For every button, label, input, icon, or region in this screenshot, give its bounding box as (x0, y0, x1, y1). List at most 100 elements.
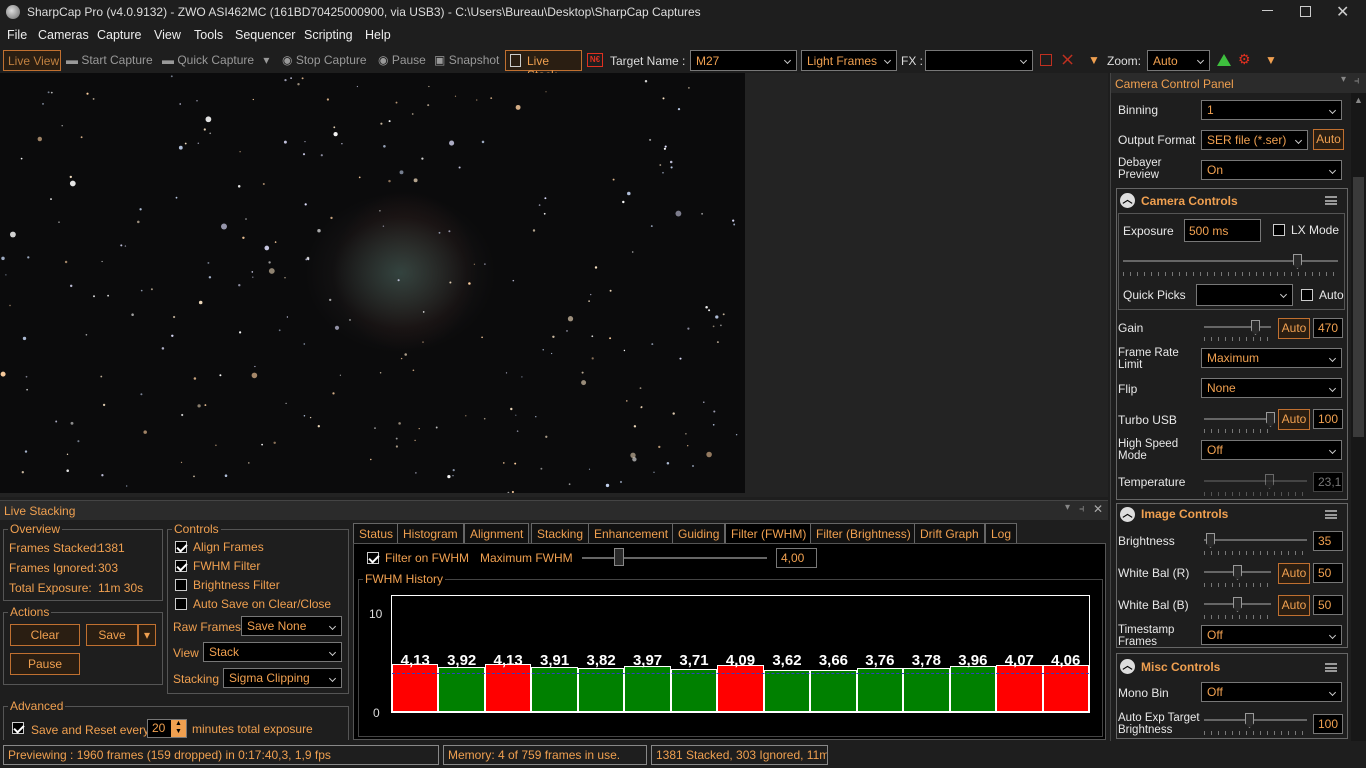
ccp-scrollbar[interactable]: ▲ (1351, 93, 1366, 741)
timestamp-select[interactable]: Off (1201, 625, 1342, 645)
gain-auto-button[interactable]: Auto (1278, 318, 1310, 339)
close-button[interactable]: ✕ (1336, 2, 1349, 22)
pause-stacking-button[interactable]: Pause (10, 653, 80, 675)
quick-picks-auto-checkbox[interactable] (1301, 289, 1313, 301)
dock-menu-icon[interactable]: ▾ (1341, 74, 1346, 85)
pin-icon[interactable]: ⫞ (1354, 75, 1360, 88)
live-stack-button[interactable]: Live Stack (505, 50, 582, 82)
tab-guiding[interactable]: Guiding (672, 523, 726, 543)
menu-icon[interactable] (1325, 196, 1337, 205)
stacking-select[interactable]: Sigma Clipping (223, 668, 342, 688)
zoom-select[interactable]: Auto (1147, 50, 1210, 71)
menu-sequencer[interactable]: Sequencer (235, 28, 295, 42)
max-fwhm-slider[interactable] (582, 557, 767, 559)
reticle-icon[interactable] (1040, 54, 1052, 66)
pin-icon[interactable]: ⫞ (1079, 503, 1085, 516)
stop-capture-button[interactable]: ◉ Stop Capture (282, 53, 367, 67)
brightness-input[interactable]: 35 (1313, 531, 1343, 551)
output-format-auto-button[interactable]: Auto (1313, 129, 1344, 150)
live-view-button[interactable]: Live View (3, 50, 61, 71)
collapse-icon[interactable]: ︿ (1120, 507, 1135, 522)
lx-mode-label: LX Mode (1291, 223, 1340, 237)
auto-exp-input[interactable]: 100 (1313, 714, 1343, 734)
tab-filter-brightness[interactable]: Filter (Brightness) (810, 523, 917, 543)
menu-icon[interactable] (1325, 663, 1337, 672)
brightness-slider[interactable] (1204, 539, 1307, 541)
tab-filter-fwhm[interactable]: Filter (FWHM) (725, 523, 813, 543)
settings-icon[interactable]: ⚙ (1238, 51, 1251, 68)
spinner-arrows[interactable]: ▲ ▼ (171, 720, 186, 737)
output-format-select[interactable]: SER file (*.ser) (1201, 130, 1308, 150)
lx-mode-checkbox[interactable] (1273, 224, 1285, 236)
wb-b-auto-button[interactable]: Auto (1278, 595, 1310, 616)
view-select[interactable]: Stack (203, 642, 342, 662)
save-reset-checkbox[interactable] (12, 722, 24, 734)
max-fwhm-slider-thumb[interactable] (614, 548, 624, 566)
raw-frames-select[interactable]: Save None (241, 616, 342, 636)
tab-drift-graph[interactable]: Drift Graph (914, 523, 985, 543)
start-capture-button[interactable]: ▬ Start Capture (66, 53, 153, 67)
tab-enhancement[interactable]: Enhancement (588, 523, 675, 543)
menu-view[interactable]: View (154, 28, 181, 42)
chevron-down-icon[interactable]: ▼ (1088, 53, 1100, 67)
menu-icon[interactable] (1325, 510, 1337, 519)
menu-cameras[interactable]: Cameras (38, 28, 89, 42)
collapse-icon[interactable]: ︿ (1120, 659, 1135, 674)
brightness-filter-checkbox[interactable] (175, 579, 187, 591)
turbo-usb-slider[interactable] (1204, 418, 1271, 420)
exposure-input[interactable]: 500 ms (1184, 219, 1261, 242)
clear-button[interactable]: Clear (10, 624, 80, 646)
scroll-thumb[interactable] (1353, 177, 1364, 437)
tab-log[interactable]: Log (985, 523, 1018, 543)
minimize-button[interactable] (1262, 10, 1273, 11)
quick-capture-button[interactable]: ▬ Quick Capture ▾ (162, 53, 269, 67)
pause-button[interactable]: ◉ Pause (378, 53, 426, 67)
menu-scripting[interactable]: Scripting (304, 28, 353, 42)
save-dropdown-button[interactable]: ▾ (138, 624, 156, 646)
high-speed-select[interactable]: Off (1201, 440, 1342, 460)
mono-bin-select[interactable]: Off (1201, 682, 1342, 702)
debayer-select[interactable]: On (1201, 160, 1342, 180)
menu-file[interactable]: File (7, 28, 27, 42)
target-name-select[interactable]: M27 (690, 50, 797, 71)
snapshot-button[interactable]: ▣ Snapshot (434, 53, 499, 67)
histogram-icon[interactable] (1217, 54, 1231, 66)
close-panel-icon[interactable]: ✕ (1093, 502, 1103, 516)
fx-select[interactable] (925, 50, 1033, 71)
dock-menu-icon[interactable]: ▾ (1065, 502, 1070, 513)
align-frames-checkbox[interactable] (175, 541, 187, 553)
exposure-slider[interactable] (1123, 260, 1338, 262)
tab-histogram[interactable]: Histogram (397, 523, 464, 543)
auto-save-checkbox[interactable] (175, 598, 187, 610)
max-fwhm-input[interactable]: 4,00 (776, 548, 817, 568)
chevron-down-icon[interactable]: ▼ (1265, 53, 1277, 67)
turbo-usb-auto-button[interactable]: Auto (1278, 409, 1310, 430)
fwhm-filter-checkbox[interactable] (175, 560, 187, 572)
tab-status[interactable]: Status (353, 523, 400, 543)
wb-r-auto-button[interactable]: Auto (1278, 563, 1310, 584)
star (5, 274, 7, 276)
wb-r-input[interactable]: 50 (1313, 563, 1343, 583)
cross-icon[interactable]: ⨯ (1060, 50, 1075, 68)
scroll-up-icon[interactable]: ▲ (1354, 95, 1363, 105)
auto-exp-slider[interactable] (1204, 719, 1307, 721)
collapse-icon[interactable]: ︿ (1120, 193, 1135, 208)
filter-on-fwhm-checkbox[interactable] (367, 552, 379, 564)
flip-select[interactable]: None (1201, 378, 1342, 398)
tab-alignment[interactable]: Alignment (464, 523, 530, 543)
menu-tools[interactable]: Tools (194, 28, 223, 42)
frame-type-select[interactable]: Light Frames (801, 50, 897, 71)
preview-image[interactable] (0, 73, 745, 493)
wb-b-input[interactable]: 50 (1313, 595, 1343, 615)
tab-stacking[interactable]: Stacking (531, 523, 590, 543)
maximize-button[interactable] (1300, 6, 1311, 17)
quick-picks-select[interactable] (1196, 284, 1293, 306)
frame-rate-select[interactable]: Maximum (1201, 348, 1342, 368)
save-button[interactable]: Save (86, 624, 138, 646)
turbo-usb-input[interactable]: 100 (1313, 409, 1343, 429)
binning-select[interactable]: 1 (1201, 100, 1342, 120)
menu-help[interactable]: Help (365, 28, 391, 42)
menu-capture[interactable]: Capture (97, 28, 141, 42)
gain-input[interactable]: 470 (1313, 318, 1343, 338)
gain-slider[interactable] (1204, 326, 1271, 328)
